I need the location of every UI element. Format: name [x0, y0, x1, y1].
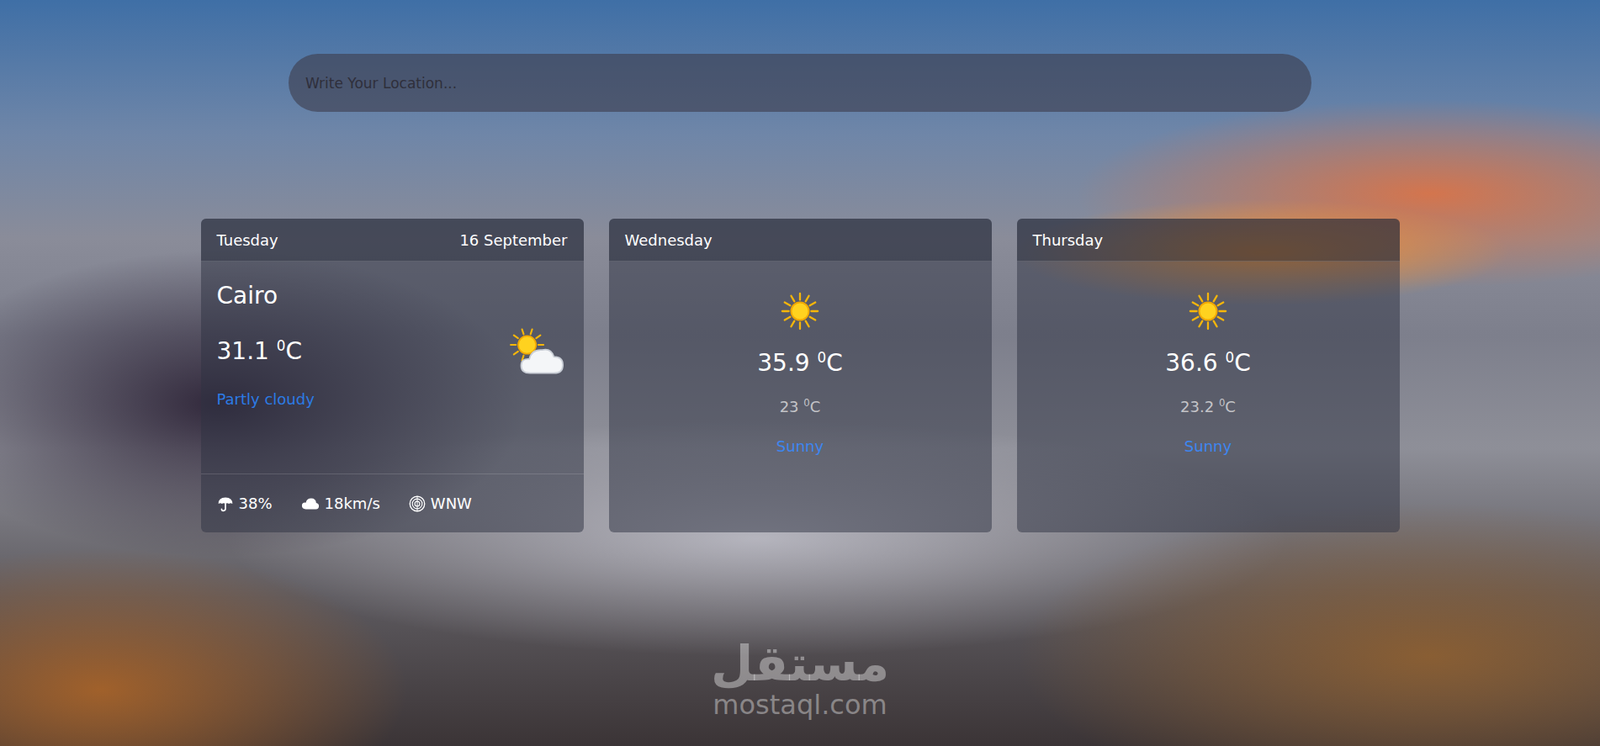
max-temperature: 35.9 0C: [757, 349, 843, 377]
min-temperature: 23 0C: [779, 397, 822, 416]
stat-value: WNW: [430, 494, 472, 513]
watermark: مستقلmostaql.com: [0, 639, 1600, 719]
sun-icon: [780, 291, 820, 331]
degree-mark: 0: [276, 337, 287, 355]
temperature-value: 35.9: [757, 349, 810, 377]
min-temperature: 23.2 0C: [1180, 397, 1236, 416]
umbrella-icon: [217, 495, 234, 513]
sun-icon: [1188, 291, 1228, 331]
degree-mark: 0: [1218, 397, 1225, 409]
card-header: Thursday: [1017, 218, 1400, 262]
day-label: Tuesday: [217, 231, 279, 250]
location-search[interactable]: [288, 53, 1312, 112]
today-card: Tuesday 16 September Cairo 31.1 0C Partly cl…: [201, 218, 584, 533]
watermark-brand: مستقل: [710, 639, 890, 689]
temperature-value: 23: [779, 397, 800, 416]
stat-value: 18km/s: [324, 494, 381, 513]
stat-item: 38%: [217, 494, 273, 513]
forecast-cards: Tuesday16 SeptemberCairo31.1 0CPartly cl…: [201, 218, 1400, 533]
forecast-card: Thursday36.6 0C23.2 0CSunny: [1017, 218, 1400, 533]
day-label: Thursday: [1033, 231, 1104, 250]
stat-item: WNW: [408, 494, 472, 513]
card-footer: 38% 18km/s WNW: [201, 473, 584, 533]
temperature-value: 23.2: [1180, 397, 1214, 416]
card-header: Tuesday 16 September: [201, 218, 584, 262]
stat-value: 38%: [238, 494, 273, 513]
forecast-card: Wednesday35.9 0C23 0CSunny: [609, 218, 992, 533]
day-label: Wednesday: [625, 231, 713, 250]
weather-page: Tuesday16 SeptemberCairo31.1 0CPartly cl…: [0, 0, 1600, 533]
card-body: Cairo 31.1 0C Partly cloudy: [201, 261, 584, 474]
temperature-unit: C: [826, 349, 843, 377]
temperature-value: 36.6: [1165, 349, 1218, 377]
temperature-value: 31.1: [217, 338, 270, 366]
temperature-unit: C: [810, 397, 822, 416]
watermark-site: mostaql.com: [712, 691, 887, 719]
date-label: 16 September: [459, 231, 567, 250]
max-temperature: 36.6 0C: [1165, 349, 1251, 377]
temperature-unit: C: [285, 338, 302, 366]
stat-item: 18km/s: [301, 494, 381, 513]
card-body: 35.9 0C23 0CSunny: [609, 261, 992, 456]
current-temperature: 31.1 0C: [217, 337, 303, 366]
degree-mark: 0: [1225, 349, 1235, 366]
card-body: 36.6 0C23.2 0CSunny: [1017, 261, 1400, 456]
condition-label: Sunny: [1184, 437, 1232, 456]
degree-mark: 0: [817, 349, 827, 366]
temperature-row: 31.1 0C: [217, 321, 568, 382]
card-header: Wednesday: [609, 218, 992, 262]
condition-label: Sunny: [776, 437, 824, 456]
city-name: Cairo: [217, 281, 568, 310]
partly-cloudy-icon: [507, 325, 568, 378]
cloud-icon: [301, 496, 320, 512]
temperature-unit: C: [1224, 397, 1236, 416]
degree-mark: 0: [803, 397, 810, 409]
compass-icon: [408, 495, 426, 513]
condition-label: Partly cloudy: [217, 390, 568, 408]
temperature-unit: C: [1234, 349, 1251, 377]
